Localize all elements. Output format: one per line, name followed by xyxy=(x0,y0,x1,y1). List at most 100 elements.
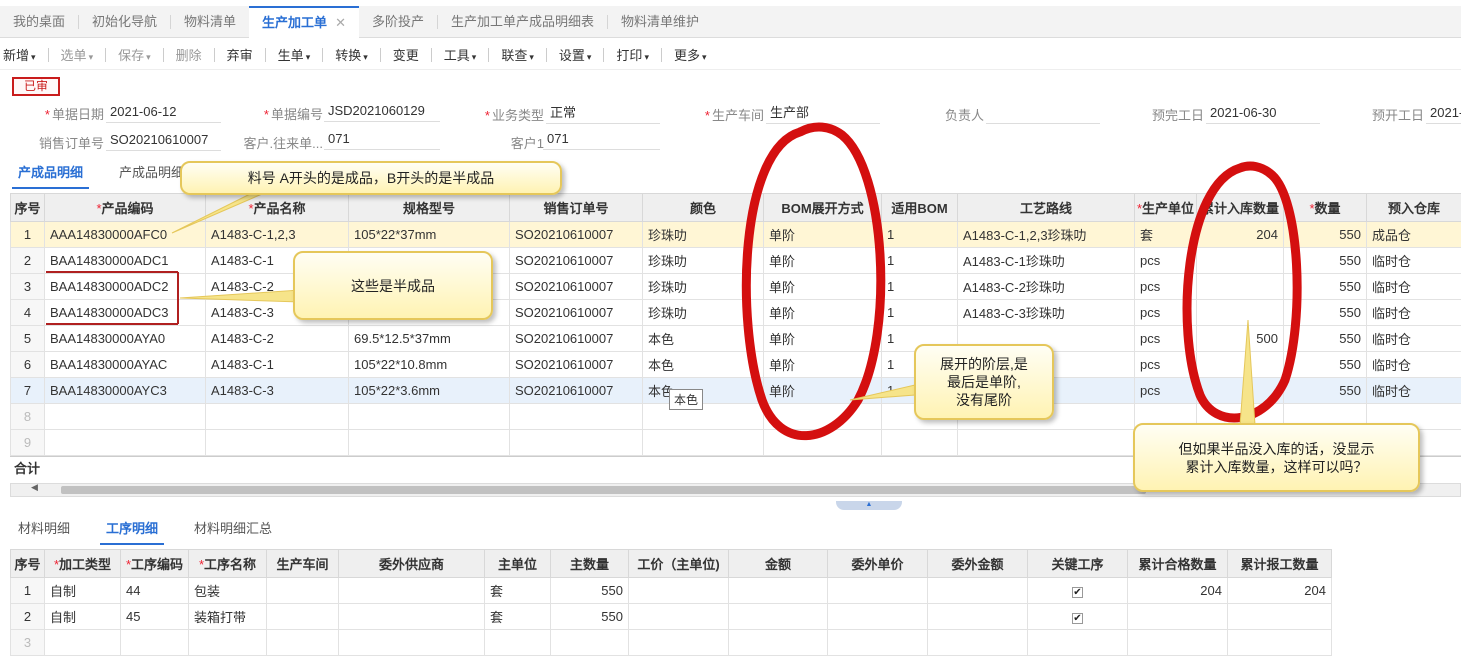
table-cell[interactable] xyxy=(828,630,928,656)
owner-field[interactable] xyxy=(986,104,1100,124)
column-header[interactable]: 预入仓库 xyxy=(1367,194,1461,222)
column-header[interactable]: 累计报工数量 xyxy=(1228,550,1332,578)
change-button[interactable]: 变更 xyxy=(390,45,431,64)
table-cell[interactable]: pcs xyxy=(1135,352,1197,378)
table-cell[interactable] xyxy=(510,404,643,430)
table-row[interactable]: 5BAA14830000AYA0A1483-C-269.5*12.5*37mmS… xyxy=(11,326,1461,352)
column-header[interactable]: *产品名称 xyxy=(206,194,349,222)
table-cell[interactable] xyxy=(339,604,485,630)
table-cell[interactable] xyxy=(928,604,1028,630)
convert-button[interactable]: 转换▾ xyxy=(332,45,380,64)
table-cell[interactable] xyxy=(828,604,928,630)
close-icon[interactable]: ✕ xyxy=(335,15,346,30)
table-cell[interactable]: 550 xyxy=(1284,378,1367,404)
table-cell[interactable]: SO20210610007 xyxy=(510,274,643,300)
table-cell[interactable]: 204 xyxy=(1197,222,1284,248)
table-cell[interactable]: BAA14830000AYAC xyxy=(45,352,206,378)
column-header[interactable]: *数量 xyxy=(1284,194,1367,222)
table-cell[interactable]: pcs xyxy=(1135,274,1197,300)
table-row[interactable]: 1AAA14830000AFC0A1483-C-1,2,3105*22*37mm… xyxy=(11,222,1461,248)
start-date-field[interactable]: 2021- xyxy=(1426,104,1461,124)
table-cell[interactable] xyxy=(629,604,729,630)
table-cell[interactable] xyxy=(45,404,206,430)
column-header[interactable]: 累计入库数量 xyxy=(1197,194,1284,222)
tab-material-summary[interactable]: 材料明细汇总 xyxy=(194,518,272,537)
tab-product-detail-report[interactable]: 生产加工单产成品明细表 xyxy=(438,6,607,38)
table-cell[interactable]: SO20210610007 xyxy=(510,300,643,326)
table-cell[interactable] xyxy=(729,578,828,604)
finish-date-field[interactable]: 2021-06-30 xyxy=(1206,104,1320,124)
table-cell[interactable]: BAA14830000ADC3 xyxy=(45,300,206,326)
tab-desktop[interactable]: 我的桌面 xyxy=(0,6,78,38)
table-cell[interactable] xyxy=(339,578,485,604)
table-cell[interactable] xyxy=(928,630,1028,656)
checkbox[interactable]: ✔ xyxy=(1072,613,1083,624)
table-cell[interactable]: 临时仓 xyxy=(1367,274,1461,300)
table-cell[interactable]: SO20210610007 xyxy=(510,248,643,274)
table-cell[interactable] xyxy=(551,630,629,656)
column-header[interactable]: 主数量 xyxy=(551,550,629,578)
settings-button[interactable]: 设置▾ xyxy=(556,45,604,64)
table-cell[interactable]: 500 xyxy=(1197,326,1284,352)
table-cell[interactable]: pcs xyxy=(1135,378,1197,404)
table-cell[interactable]: 套 xyxy=(1135,222,1197,248)
table-cell[interactable] xyxy=(121,630,189,656)
table-cell[interactable]: 550 xyxy=(1284,326,1367,352)
table-cell[interactable]: 105*22*10.8mm xyxy=(349,352,510,378)
tab-product-detail[interactable]: 产成品明细 xyxy=(12,162,89,189)
table-cell[interactable] xyxy=(1228,604,1332,630)
table-cell[interactable]: SO20210610007 xyxy=(510,352,643,378)
table-cell[interactable]: 45 xyxy=(121,604,189,630)
table-cell[interactable]: 成品仓 xyxy=(1367,222,1461,248)
table-cell[interactable]: 204 xyxy=(1228,578,1332,604)
table-cell[interactable]: 本色 xyxy=(643,326,764,352)
column-header[interactable]: 委外单价 xyxy=(828,550,928,578)
tools-button[interactable]: 工具▾ xyxy=(441,45,489,64)
table-cell[interactable] xyxy=(45,430,206,456)
column-header[interactable]: 累计合格数量 xyxy=(1128,550,1228,578)
table-cell[interactable]: 单阶 xyxy=(764,248,882,274)
workshop-field[interactable]: 生产部 xyxy=(766,104,880,124)
table-cell[interactable]: 单阶 xyxy=(764,274,882,300)
table-cell[interactable]: 珍珠叻 xyxy=(643,248,764,274)
table-cell[interactable]: 1 xyxy=(882,300,958,326)
table-cell[interactable] xyxy=(206,404,349,430)
table-cell[interactable]: 204 xyxy=(1128,578,1228,604)
checkbox[interactable]: ✔ xyxy=(1072,587,1083,598)
table-cell[interactable]: 珍珠叻 xyxy=(643,300,764,326)
column-header[interactable]: *生产单位 xyxy=(1135,194,1197,222)
tab-bom-maintain[interactable]: 物料清单维护 xyxy=(608,6,712,38)
table-cell[interactable]: 单阶 xyxy=(764,222,882,248)
table-cell[interactable] xyxy=(1128,604,1228,630)
table-cell[interactable]: BAA14830000AYC3 xyxy=(45,378,206,404)
table-cell[interactable] xyxy=(267,630,339,656)
table-cell[interactable]: A1483-C-1珍珠叻 xyxy=(958,248,1135,274)
column-header[interactable]: 委外金额 xyxy=(928,550,1028,578)
table-cell[interactable]: 69.5*12.5*37mm xyxy=(349,326,510,352)
table-cell[interactable]: 临时仓 xyxy=(1367,300,1461,326)
table-row[interactable]: 6BAA14830000AYACA1483-C-1105*22*10.8mmSO… xyxy=(11,352,1461,378)
table-cell[interactable]: 105*22*37mm xyxy=(349,222,510,248)
table-cell[interactable]: pcs xyxy=(1135,300,1197,326)
column-header[interactable]: 序号 xyxy=(11,550,45,578)
doc-date-field[interactable]: 2021-06-12 xyxy=(106,103,221,123)
scrollbar-thumb[interactable] xyxy=(61,486,1146,494)
table-cell[interactable]: 珍珠叻 xyxy=(643,274,764,300)
table-cell[interactable]: A1483-C-2珍珠叻 xyxy=(958,274,1135,300)
table-cell[interactable] xyxy=(629,578,729,604)
biz-type-field[interactable]: 正常 xyxy=(546,104,660,124)
table-cell[interactable]: 套 xyxy=(485,604,551,630)
table-row[interactable]: 7BAA14830000AYC3A1483-C-3105*22*3.6mmSO2… xyxy=(11,378,1461,404)
table-cell[interactable] xyxy=(1197,352,1284,378)
table-cell[interactable]: 1 xyxy=(882,222,958,248)
table-cell[interactable] xyxy=(729,604,828,630)
table-cell[interactable]: SO20210610007 xyxy=(510,378,643,404)
table-row[interactable]: 3 xyxy=(11,630,1332,656)
table-cell[interactable]: 自制 xyxy=(45,578,121,604)
save-button[interactable]: 保存▾ xyxy=(115,45,163,64)
tab-multilevel[interactable]: 多阶投产 xyxy=(359,6,437,38)
tab-init-nav[interactable]: 初始化导航 xyxy=(79,6,170,38)
table-cell[interactable] xyxy=(1197,274,1284,300)
table-cell[interactable]: A1483-C-3 xyxy=(206,378,349,404)
table-cell[interactable]: 550 xyxy=(1284,352,1367,378)
